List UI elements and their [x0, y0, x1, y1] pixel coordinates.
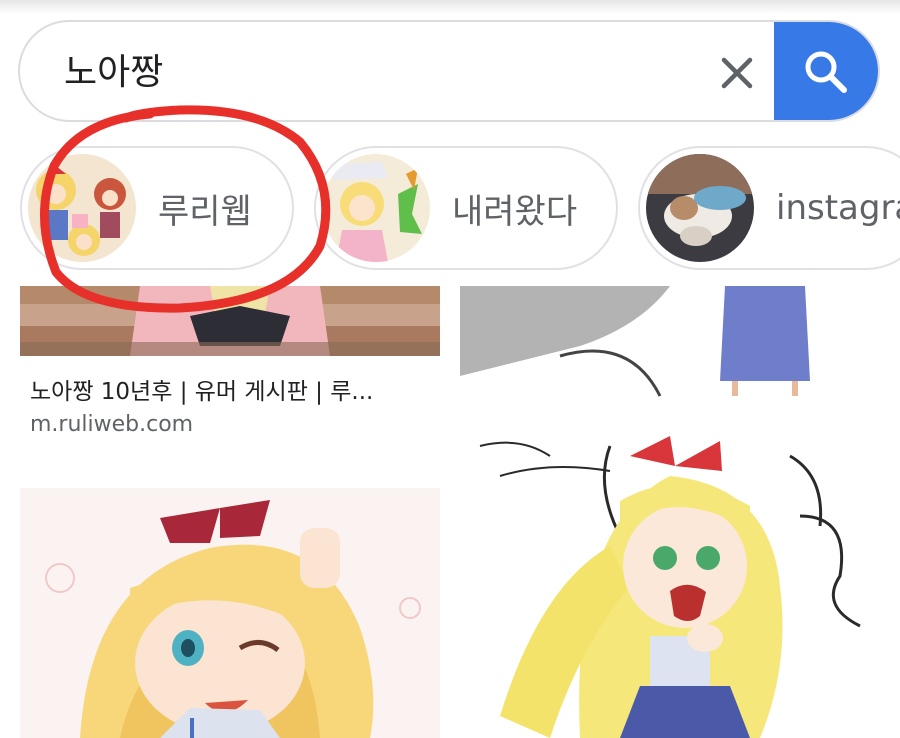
- search-icon: [805, 51, 847, 93]
- chip-thumbnail: [322, 154, 430, 262]
- result-image-3[interactable]: [460, 286, 880, 738]
- close-icon: [721, 57, 753, 89]
- result-source[interactable]: m.ruliweb.com: [30, 412, 193, 437]
- search-bar: [18, 20, 880, 122]
- chip-naeryeowatda[interactable]: 내려왔다: [314, 146, 618, 270]
- chip-label: instagra: [776, 188, 900, 228]
- search-button[interactable]: [774, 22, 878, 120]
- top-shadow: [0, 0, 900, 14]
- chip-label: 내려왔다: [452, 191, 578, 232]
- chip-instagram[interactable]: instagra: [638, 146, 900, 270]
- chip-thumbnail: [28, 154, 136, 262]
- result-title[interactable]: 노아짱 10년후 | 유머 게시판 | 루...: [30, 372, 430, 406]
- clear-button[interactable]: [708, 44, 766, 102]
- chip-label: 루리웹: [158, 191, 252, 232]
- result-image-1[interactable]: [20, 286, 440, 356]
- result-image-2[interactable]: [20, 488, 440, 738]
- chip-ruliweb[interactable]: 루리웹: [20, 146, 294, 270]
- search-input[interactable]: [62, 44, 666, 102]
- chip-thumbnail: [646, 154, 754, 262]
